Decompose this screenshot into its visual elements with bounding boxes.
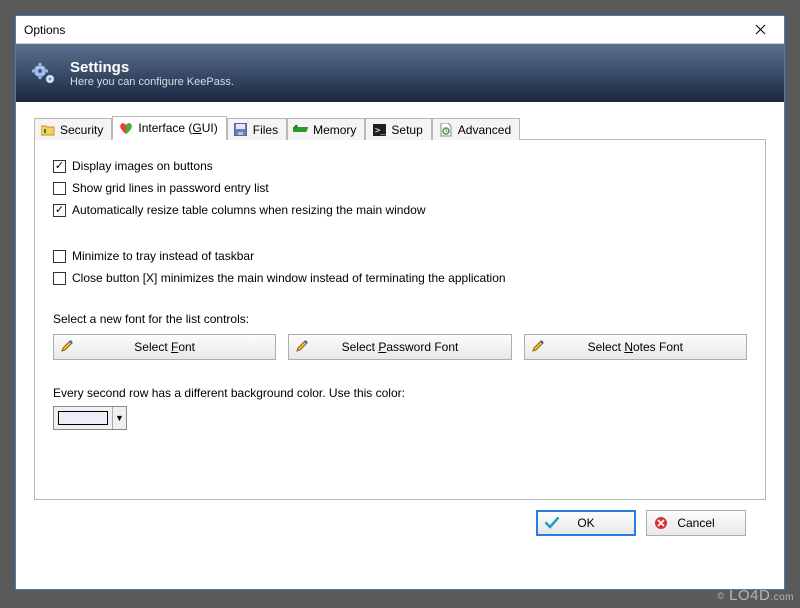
tab-label: Interface (GUI) (138, 121, 217, 135)
checkbox-icon (53, 204, 66, 217)
check-icon (545, 516, 559, 530)
cancel-button[interactable]: Cancel (646, 510, 746, 536)
gear-icon (28, 57, 60, 89)
check-label: Show grid lines in password entry list (72, 181, 269, 195)
chevron-down-icon: ▼ (112, 407, 126, 429)
options-dialog: Options Settings Here you can configure … (15, 15, 785, 590)
memory-icon (293, 122, 309, 138)
tab-strip: Security Interface (GUI) Files Memory (34, 116, 766, 140)
titlebar: Options (16, 16, 784, 44)
font-section-label: Select a new font for the list controls: (53, 312, 747, 326)
tab-label: Setup (391, 123, 422, 137)
checkbox-icon (53, 182, 66, 195)
dialog-footer: OK Cancel (34, 500, 766, 536)
row-color-label: Every second row has a different backgro… (53, 386, 747, 400)
pen-icon (295, 339, 309, 356)
heart-icon (118, 120, 134, 136)
banner-title: Settings (70, 59, 234, 76)
tab-memory[interactable]: Memory (287, 118, 365, 140)
tab-label: Advanced (458, 123, 511, 137)
banner-subtitle: Here you can configure KeePass. (70, 76, 234, 88)
checkbox-icon (53, 272, 66, 285)
check-label: Automatically resize table columns when … (72, 203, 426, 217)
svg-text:>_: >_ (375, 126, 386, 136)
button-label: Cancel (677, 516, 714, 530)
check-minimize-tray[interactable]: Minimize to tray instead of taskbar (53, 246, 747, 266)
font-button-row: Select Font Select Password Font Select … (53, 334, 747, 360)
folder-icon (40, 122, 56, 138)
tab-label: Memory (313, 123, 356, 137)
terminal-icon: >_ (371, 122, 387, 138)
check-close-minimize[interactable]: Close button [X] minimizes the main wind… (53, 268, 747, 288)
button-label: OK (577, 516, 594, 530)
check-label: Close button [X] minimizes the main wind… (72, 271, 506, 285)
tab-label: Security (60, 123, 103, 137)
button-label: Select Notes Font (588, 340, 683, 354)
checkbox-icon (53, 160, 66, 173)
color-swatch (58, 411, 108, 425)
tab-security[interactable]: Security (34, 118, 112, 140)
tab-files[interactable]: Files (227, 118, 287, 140)
tab-setup[interactable]: >_ Setup (365, 118, 431, 140)
floppy-icon (233, 122, 249, 138)
check-grid-lines[interactable]: Show grid lines in password entry list (53, 178, 747, 198)
close-icon (755, 24, 766, 35)
tab-label: Files (253, 123, 278, 137)
button-label: Select Password Font (342, 340, 459, 354)
header-banner: Settings Here you can configure KeePass. (16, 44, 784, 102)
select-password-font-button[interactable]: Select Password Font (288, 334, 511, 360)
close-button[interactable] (744, 20, 776, 40)
select-notes-font-button[interactable]: Select Notes Font (524, 334, 747, 360)
check-auto-resize[interactable]: Automatically resize table columns when … (53, 200, 747, 220)
check-display-images[interactable]: Display images on buttons (53, 156, 747, 176)
pen-icon (60, 339, 74, 356)
select-font-button[interactable]: Select Font (53, 334, 276, 360)
tab-content: Display images on buttons Show grid line… (34, 140, 766, 500)
document-icon (438, 122, 454, 138)
tab-advanced[interactable]: Advanced (432, 118, 520, 140)
check-label: Display images on buttons (72, 159, 213, 173)
row-color-picker[interactable]: ▼ (53, 406, 127, 430)
checkbox-icon (53, 250, 66, 263)
tab-interface[interactable]: Interface (GUI) (112, 116, 226, 140)
pen-icon (531, 339, 545, 356)
ok-button[interactable]: OK (536, 510, 636, 536)
error-icon (654, 516, 668, 530)
watermark: © LO4D.com (717, 587, 794, 604)
window-title: Options (24, 23, 65, 37)
button-label: Select Font (134, 340, 195, 354)
check-label: Minimize to tray instead of taskbar (72, 249, 254, 263)
